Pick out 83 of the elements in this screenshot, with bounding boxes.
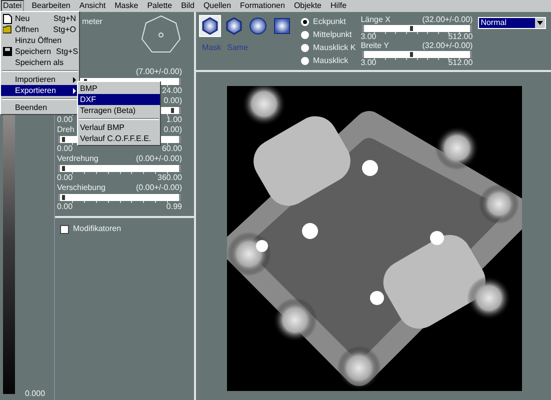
menu-item[interactable]: Öffnen Stg+O [1, 24, 79, 35]
slider-thumb[interactable] [62, 195, 65, 200]
slider-max-value: 24.00 [162, 86, 182, 96]
modifiers-checkbox[interactable] [60, 224, 69, 234]
slider-max-value: 1.00 [166, 115, 182, 125]
menu-item[interactable]: Maske [114, 1, 140, 11]
caret-icon [536, 21, 543, 25]
menu-item[interactable]: Hilfe [330, 1, 348, 11]
slider-max-value: 360.00 [158, 173, 182, 183]
slider-reading: (7.00+/-0.00) [136, 67, 182, 77]
radio-label: Mausklick [313, 56, 348, 66]
slider-label: Länge X [360, 15, 390, 25]
menu-item[interactable]: Quellen [202, 1, 232, 11]
menu-item[interactable]: Verlauf BMP [78, 122, 160, 133]
folder-icon [3, 25, 13, 34]
slider-min-value: 3.00 [360, 32, 376, 42]
slider-max-value: 512.00 [448, 32, 473, 42]
radio-button[interactable] [301, 18, 309, 26]
slider-reading: (32.00+/-0.00) [422, 41, 473, 51]
slider-label: Verschiebung [57, 183, 106, 193]
slider-thumb[interactable] [410, 26, 414, 31]
menu-item[interactable]: Neu Stg+N [1, 13, 79, 24]
slider-reading: (0.00+/-0.00) [136, 154, 182, 164]
slider-track[interactable] [58, 165, 181, 172]
page-icon [3, 14, 12, 24]
menu-item[interactable]: Hinzu Öffnen [1, 35, 79, 46]
slider-thumb[interactable] [410, 52, 414, 57]
slider-track[interactable] [362, 25, 472, 32]
slider-thumb[interactable] [62, 137, 65, 142]
radio-button[interactable] [301, 31, 309, 39]
shape-tool-button[interactable] [271, 15, 293, 37]
menu-item[interactable]: Objekte [292, 1, 323, 11]
slider-reading: 0.00) [164, 96, 182, 106]
slider-min-value: 0.00 [57, 115, 73, 125]
slider-label: Verdrehung [57, 154, 98, 164]
menu-item[interactable]: Verlauf C.O.F.F.E.E. [78, 133, 160, 144]
floppy-icon [3, 47, 12, 56]
radio-label: Mausklick K [313, 43, 356, 53]
slider-label: Breite Y [360, 41, 389, 51]
slider-thumb[interactable] [171, 108, 174, 113]
slider-track[interactable] [362, 51, 472, 58]
shape-tool-button[interactable] [199, 15, 221, 37]
tool-label: Mask [202, 43, 222, 53]
panel-title: meter [82, 17, 102, 28]
slider-min-value: 0.00 [57, 202, 73, 212]
tool-label: Same [227, 43, 248, 53]
menu-item[interactable]: Exportieren [1, 85, 79, 96]
menu-item[interactable]: Speichern als [1, 57, 79, 68]
slider-thumb[interactable] [62, 166, 65, 171]
slider-max-value: 0.99 [166, 202, 182, 212]
menu-item[interactable]: DXF [78, 94, 160, 105]
menu-item[interactable]: Palette [146, 1, 174, 11]
slider-reading: (0.00+/-0.00) [136, 183, 182, 193]
menu-item[interactable]: Terragen (Beta) [78, 105, 160, 116]
slider-track[interactable] [58, 194, 181, 201]
modifiers-label: Modifikatoren [73, 224, 122, 234]
hexagon-icon [225, 17, 243, 35]
gradient-value: 0.000 [25, 389, 46, 399]
radio-button[interactable] [301, 44, 309, 52]
blend-mode-dropdown[interactable]: Normal [478, 17, 546, 29]
menu-item[interactable]: Ansicht [78, 1, 107, 11]
square-icon [273, 17, 291, 35]
menu-item[interactable]: Bearbeiten [30, 1, 72, 11]
radio-label: Mittelpunkt [313, 30, 352, 40]
slider-min-value: 0.00 [57, 144, 73, 154]
hexagon-icon [201, 17, 219, 35]
circle-icon [249, 17, 267, 35]
shape-tool-button[interactable] [247, 15, 269, 37]
radio-label: Eckpunkt [313, 17, 346, 27]
slider-reading: 0.00) [164, 125, 182, 135]
render-preview[interactable] [227, 86, 522, 391]
menu-item[interactable]: Speichern Stg+S [1, 46, 79, 57]
radio-button[interactable] [301, 57, 309, 65]
slider-min-value: 0.00 [57, 173, 73, 183]
menu-item[interactable]: BMP [78, 83, 160, 94]
slider-label: Dreh [57, 125, 74, 135]
slider-max-value: 512.00 [448, 58, 473, 68]
menu-item[interactable]: Formationen [239, 1, 286, 11]
menu-item[interactable]: Beenden [1, 102, 79, 113]
menu-item[interactable]: Bild [180, 1, 196, 11]
slider-min-value: 3.00 [360, 58, 376, 68]
slider-max-value: 60.00 [162, 144, 182, 154]
slider-reading: (32.00+/-0.00) [422, 15, 473, 25]
